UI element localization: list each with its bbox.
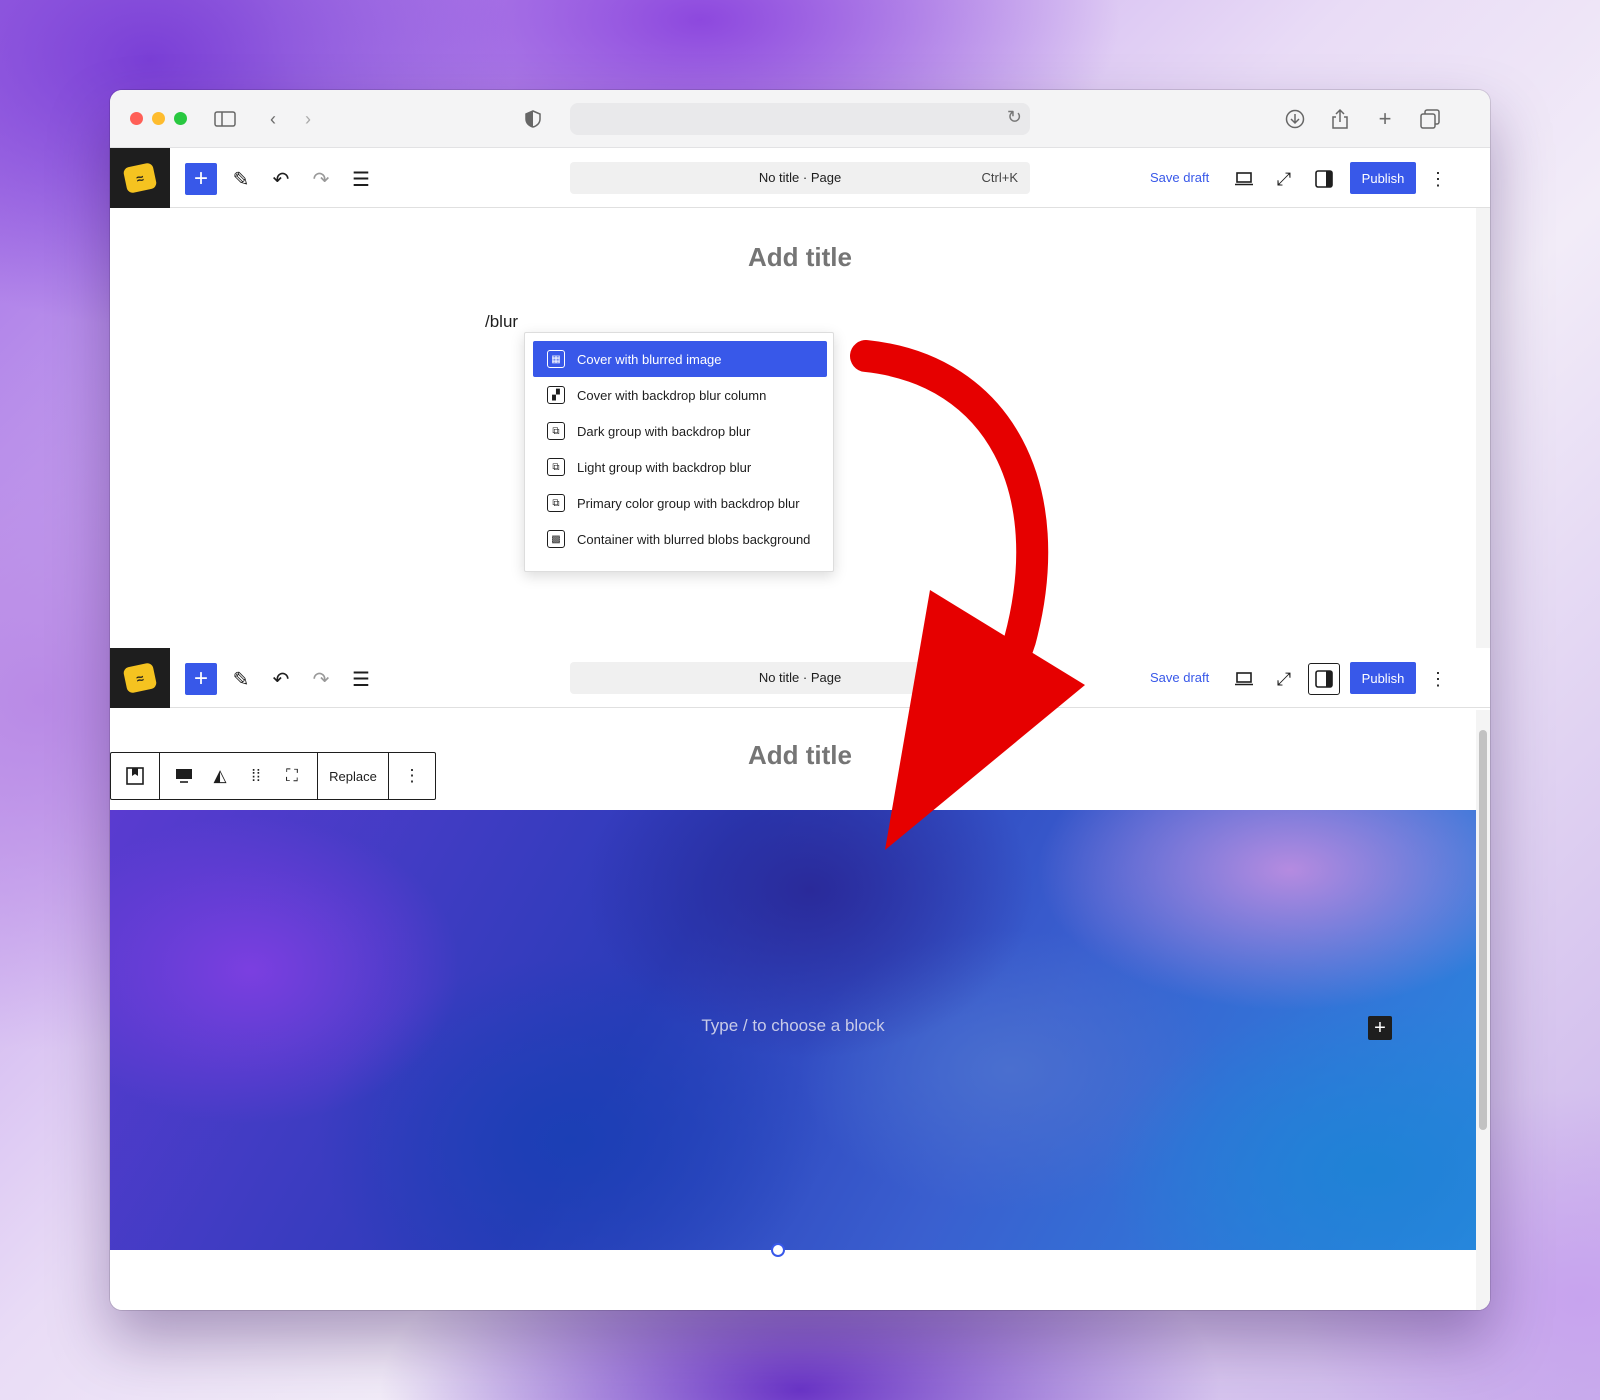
settings-sidebar-icon[interactable] xyxy=(1308,663,1340,695)
block-type-icon[interactable] xyxy=(111,753,159,799)
cover-block-blurred[interactable]: Type / to choose a block + xyxy=(110,810,1476,1250)
block-toolbar: ◭ ⁞⁞ ⛶ Replace ⋮ xyxy=(110,752,436,800)
scroll-thumb[interactable] xyxy=(1479,730,1487,1130)
replace-button[interactable]: Replace xyxy=(318,753,388,799)
content-position-icon[interactable]: ⁞⁞ xyxy=(239,753,273,799)
tab-overview-icon[interactable] xyxy=(1417,106,1443,132)
forward-icon[interactable]: › xyxy=(295,106,321,132)
new-tab-icon[interactable]: + xyxy=(1372,106,1398,132)
canvas-scrollbar[interactable] xyxy=(1476,710,1490,1310)
editor-header: ≈ + ✎ ↶ ↷ ☰ No title · Page Ctrl+K Save … xyxy=(110,148,1490,208)
share-icon[interactable] xyxy=(1327,106,1353,132)
menu-item-label: Dark group with backdrop blur xyxy=(577,423,751,439)
contrast-icon[interactable]: ◭ xyxy=(203,753,237,799)
menu-item-dark-group[interactable]: ⧉ Dark group with backdrop blur xyxy=(533,413,827,449)
site-logo[interactable]: ≈ xyxy=(110,648,170,708)
logo-icon: ≈ xyxy=(122,662,158,694)
browser-window: ‹ › ↻ + ≈ + ✎ ↶ ↷ ☰ No title · Page Ctrl… xyxy=(110,90,1490,1310)
image-icon: ▩ xyxy=(547,530,565,548)
block-inserter-button[interactable]: + xyxy=(185,163,217,195)
menu-item-label: Container with blurred blobs background xyxy=(577,531,811,547)
toolbar-divider xyxy=(159,753,160,799)
save-draft-button[interactable]: Save draft xyxy=(1150,170,1209,185)
fullscreen-icon[interactable]: ⤢ xyxy=(1268,163,1300,195)
block-options-icon[interactable]: ⋮ xyxy=(389,753,435,799)
menu-item-label: Cover with backdrop blur column xyxy=(577,387,767,403)
group-icon: ⧉ xyxy=(547,422,565,440)
publish-button[interactable]: Publish xyxy=(1350,162,1416,194)
document-overview-icon[interactable]: ☰ xyxy=(345,163,377,195)
preview-device-icon[interactable] xyxy=(1228,663,1260,695)
undo-icon[interactable]: ↶ xyxy=(265,163,297,195)
page-title-placeholder[interactable]: Add title xyxy=(110,242,1490,273)
pattern-icon: ▞ xyxy=(547,386,565,404)
fullscreen-icon[interactable]: ⤢ xyxy=(1268,663,1300,695)
menu-item-blurred-blobs-container[interactable]: ▩ Container with blurred blobs backgroun… xyxy=(533,521,827,557)
publish-button[interactable]: Publish xyxy=(1350,662,1416,694)
site-logo[interactable]: ≈ xyxy=(110,148,170,208)
document-bar[interactable]: No title · Page xyxy=(570,662,1030,694)
menu-item-label: Primary color group with backdrop blur xyxy=(577,495,800,511)
editor-canvas-after: Add title ◭ ⁞⁞ ⛶ Replace ⋮ Type / to cho… xyxy=(110,710,1490,1310)
maximize-window-button[interactable] xyxy=(174,112,187,125)
shield-icon[interactable] xyxy=(520,106,546,132)
menu-item-label: Cover with blurred image xyxy=(577,351,722,367)
address-bar[interactable]: ↻ xyxy=(570,103,1030,135)
redo-icon[interactable]: ↷ xyxy=(305,163,337,195)
overlay-color-icon[interactable] xyxy=(167,753,201,799)
document-title: No title · Page xyxy=(758,170,842,185)
menu-item-label: Light group with backdrop blur xyxy=(577,459,752,475)
redo-icon[interactable]: ↷ xyxy=(305,663,337,695)
menu-item-cover-blurred-image[interactable]: ▦ Cover with blurred image xyxy=(533,341,827,377)
edit-tool-icon[interactable]: ✎ xyxy=(225,663,257,695)
logo-icon: ≈ xyxy=(122,162,158,194)
document-bar[interactable]: No title · Page Ctrl+K xyxy=(570,162,1030,194)
menu-item-cover-backdrop-blur-column[interactable]: ▞ Cover with backdrop blur column xyxy=(533,377,827,413)
minimize-window-button[interactable] xyxy=(152,112,165,125)
download-icon[interactable] xyxy=(1282,106,1308,132)
block-pattern-autocomplete: ▦ Cover with blurred image ▞ Cover with … xyxy=(524,332,834,572)
more-options-icon[interactable]: ⋮ xyxy=(1422,663,1454,695)
editor-header-after: ≈ + ✎ ↶ ↷ ☰ No title · Page Save draft ⤢… xyxy=(110,648,1490,708)
cover-resize-handle[interactable] xyxy=(771,1243,785,1257)
cover-add-block-button[interactable]: + xyxy=(1368,1016,1392,1040)
back-icon[interactable]: ‹ xyxy=(260,106,286,132)
reload-icon[interactable]: ↻ xyxy=(1007,107,1022,128)
more-options-icon[interactable]: ⋮ xyxy=(1422,163,1454,195)
sidebar-toggle-icon[interactable] xyxy=(212,106,238,132)
menu-item-light-group[interactable]: ⧉ Light group with backdrop blur xyxy=(533,449,827,485)
full-height-icon[interactable]: ⛶ xyxy=(275,753,309,799)
undo-icon[interactable]: ↶ xyxy=(265,663,297,695)
slash-command-text[interactable]: /blur xyxy=(485,312,518,332)
cover-placeholder-text[interactable]: Type / to choose a block xyxy=(110,1016,1476,1036)
close-window-button[interactable] xyxy=(130,112,143,125)
document-title: No title · Page xyxy=(758,670,842,685)
menu-item-primary-color-group[interactable]: ⧉ Primary color group with backdrop blur xyxy=(533,485,827,521)
edit-tool-icon[interactable]: ✎ xyxy=(225,163,257,195)
group-icon: ⧉ xyxy=(547,458,565,476)
command-shortcut: Ctrl+K xyxy=(981,170,1018,185)
browser-toolbar: ‹ › ↻ + xyxy=(110,90,1490,148)
canvas-scrollbar[interactable] xyxy=(1476,208,1490,648)
block-inserter-button[interactable]: + xyxy=(185,663,217,695)
preview-device-icon[interactable] xyxy=(1228,163,1260,195)
save-draft-button[interactable]: Save draft xyxy=(1150,670,1209,685)
settings-sidebar-icon[interactable] xyxy=(1308,163,1340,195)
pattern-icon: ▦ xyxy=(547,350,565,368)
group-icon: ⧉ xyxy=(547,494,565,512)
document-overview-icon[interactable]: ☰ xyxy=(345,663,377,695)
